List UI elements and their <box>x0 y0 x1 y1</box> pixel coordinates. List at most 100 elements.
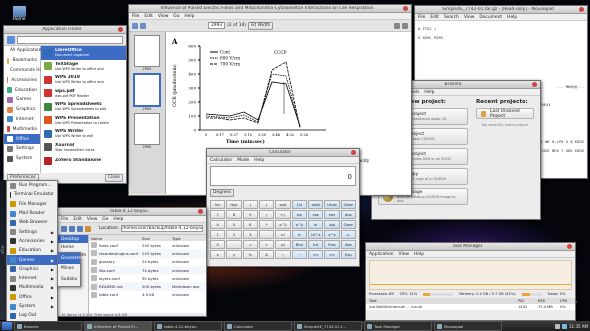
calc-key[interactable]: Clear <box>340 220 356 229</box>
taskbar-button[interactable]: Influence of Pulsed El... <box>84 321 152 331</box>
calc-key[interactable]: Abs <box>340 240 356 249</box>
file-row[interactable]: README.md 200 bytes Markdown doc <box>89 282 206 291</box>
calc-key[interactable]: 7 <box>210 210 226 219</box>
calc-key[interactable]: 2 <box>226 230 242 239</box>
title-bar[interactable]: Influence of Pulsed Electric Fields and … <box>129 5 411 13</box>
taskbar-button[interactable]: SimpleXE_7742-01.t... <box>294 321 362 331</box>
calc-key[interactable]: x <box>210 250 226 259</box>
home-icon[interactable] <box>85 225 91 232</box>
calc-key[interactable]: mod <box>307 200 324 209</box>
network-icon[interactable] <box>562 323 567 329</box>
forward-icon[interactable] <box>69 225 75 232</box>
calc-key[interactable]: ~ <box>291 250 307 259</box>
start-menu-item[interactable]: Games ▶ <box>7 255 57 265</box>
menu-view[interactable]: View <box>399 252 409 257</box>
volume-icon[interactable] <box>555 323 560 329</box>
file-row[interactable]: libs.conf 74 bytes unknown <box>89 265 206 275</box>
file-row[interactable]: table.conf 4.9 kB unknown <box>89 291 206 299</box>
calculator-display[interactable]: 0 <box>210 166 356 186</box>
page-thumbnail[interactable] <box>134 35 160 67</box>
taskbar-button[interactable]: Calculator <box>224 321 292 331</box>
start-menu-item[interactable]: Office ▶ <box>7 293 57 302</box>
title-bar[interactable]: SimpleXE_7742-01.tar.gz - [Read-only] - … <box>415 6 587 14</box>
calc-key[interactable]: sin <box>291 210 307 219</box>
calc-key[interactable]: pi <box>275 240 291 249</box>
category-item[interactable]: Bookmarks <box>4 56 40 66</box>
calc-key[interactable]: 0 <box>210 240 226 249</box>
calc-key[interactable]: e^x <box>324 230 340 239</box>
calc-key[interactable]: Exp <box>340 250 356 259</box>
app-item[interactable]: WPS Spreadsheets Use WPS Spreadsheets to … <box>41 100 126 114</box>
calc-key[interactable]: ln <box>307 220 324 229</box>
close-icon[interactable] <box>567 244 572 249</box>
zoom-out-icon[interactable] <box>394 22 400 29</box>
calc-key[interactable]: 10^x <box>307 230 324 239</box>
close-icon[interactable] <box>403 6 408 11</box>
category-item[interactable]: Internet <box>4 115 40 125</box>
column-header[interactable]: CPU <box>560 299 572 303</box>
calc-key[interactable]: log <box>324 220 340 229</box>
side-item-desktop[interactable]: Desktop <box>58 235 88 243</box>
app-item[interactable]: WPS Presentation Use WPS Presentation to … <box>41 114 126 128</box>
start-menu-item[interactable]: Run Program... <box>7 181 57 190</box>
menu-help[interactable]: Help <box>424 90 434 95</box>
zoom-in-icon[interactable] <box>402 22 408 29</box>
title-bar[interactable]: Calculator <box>207 149 359 157</box>
calc-key[interactable]: | <box>275 250 291 259</box>
start-menu-item[interactable]: Graphics ▶ <box>7 265 57 274</box>
page-input[interactable]: 2993 <box>208 22 226 29</box>
category-item-selected[interactable]: Office <box>4 134 40 144</box>
category-item[interactable]: Commands History <box>4 66 52 76</box>
start-menu-item[interactable]: System ▶ <box>7 302 57 311</box>
close-icon[interactable] <box>118 27 123 32</box>
menu-help[interactable]: Help <box>184 14 194 19</box>
submenu-item[interactable]: Sudoku <box>58 274 80 285</box>
calc-key[interactable]: x^y <box>291 220 307 229</box>
title-bar[interactable]: table-4.12-beyou <box>58 208 206 216</box>
calc-key[interactable]: sqrt <box>275 200 291 209</box>
applications-menu-button[interactable] <box>2 322 12 330</box>
menu-edit[interactable]: Edit <box>430 15 439 20</box>
calc-key[interactable]: 3 <box>242 230 258 239</box>
calc-key[interactable]: Frac <box>324 240 340 249</box>
calc-key[interactable]: 4 <box>210 220 226 229</box>
calc-key[interactable]: y <box>226 250 242 259</box>
side-item-home[interactable]: Home <box>58 243 88 251</box>
calc-key[interactable]: x^2 <box>275 220 291 229</box>
column-header[interactable]: RSS <box>538 299 560 303</box>
file-row[interactable]: recorderplugins.conf 245 bytes unknown <box>89 249 206 258</box>
calc-key[interactable]: Inv <box>210 200 226 209</box>
menu-application[interactable]: Application <box>369 252 394 257</box>
calc-key[interactable]: ) <box>258 200 275 209</box>
calc-key[interactable]: . <box>226 240 242 249</box>
clock[interactable]: 11:35 AM <box>569 324 588 329</box>
calc-key[interactable]: % <box>242 250 258 259</box>
calc-key[interactable]: 9 <box>242 210 258 219</box>
start-menu-item[interactable]: Mail Reader <box>7 209 57 218</box>
app-item[interactable]: WPS Writer Use WPS Writer to edit <box>41 127 126 141</box>
title-bar[interactable]: Application Finder <box>4 26 126 34</box>
taskbar-button[interactable]: Task Manager <box>364 321 432 331</box>
app-item[interactable]: WPS 2019 Use WPS Writer to office and <box>41 73 126 87</box>
menu-go[interactable]: Go <box>102 217 108 222</box>
file-row[interactable]: layers.conf 50 bytes unknown <box>89 274 206 282</box>
column-header[interactable]: Type <box>172 236 204 241</box>
taskbar-button[interactable]: Brasero <box>14 321 82 331</box>
zoom-select[interactable]: Fit Width <box>248 21 274 30</box>
start-menu-item[interactable]: Multimedia ▶ <box>7 283 57 292</box>
desktop-icon-home[interactable]: Home <box>8 6 30 22</box>
calc-key[interactable]: >> <box>324 250 340 259</box>
calc-key[interactable]: 6 <box>242 220 258 229</box>
calc-key[interactable]: Ans <box>340 210 356 219</box>
menu-file[interactable]: File <box>61 217 68 222</box>
calc-key[interactable]: e <box>291 230 307 239</box>
start-menu-item[interactable]: Terminal Emulator <box>7 190 57 199</box>
previous-page-icon[interactable] <box>132 22 138 29</box>
column-header[interactable]: Size <box>142 236 172 241</box>
calc-key[interactable]: Int <box>307 240 324 249</box>
menu-help[interactable]: Help <box>113 217 123 222</box>
menu-view[interactable]: View <box>87 217 97 222</box>
last-unsaved-project-button[interactable]: Last Unsaved Project <box>476 108 534 119</box>
close-icon[interactable] <box>579 7 584 12</box>
calc-key[interactable]: Rnd <box>291 240 307 249</box>
